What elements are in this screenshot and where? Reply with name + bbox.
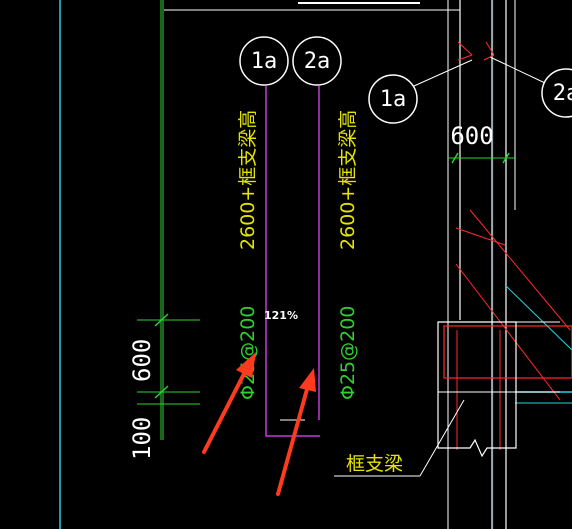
bubble-1a-right-label: 1a — [380, 87, 407, 112]
dim-100-left-label: 100 — [128, 417, 156, 460]
leader-line-2 — [489, 56, 546, 84]
cad-drawing-svg: 1a 2a 1a 2a 600 2600+框支梁高 2600+框支梁高 Φ25@… — [59, 0, 572, 529]
dim-600-top-label: 600 — [450, 122, 493, 150]
bubble-2a-cut-label: 2a — [553, 81, 572, 106]
bubble-2a-label: 2a — [304, 49, 331, 74]
dim-600-left-label: 600 — [128, 339, 156, 382]
cyan-diagonal — [504, 284, 572, 351]
right-length-label: 2600+框支梁高 — [337, 110, 359, 250]
bubble-1a-label: 1a — [251, 49, 278, 74]
cad-drawing-canvas[interactable]: 1a 2a 1a 2a 600 2600+框支梁高 2600+框支梁高 Φ25@… — [0, 0, 572, 529]
annotation-arrow-left — [202, 352, 256, 454]
zoom-readout: 121% — [264, 309, 298, 322]
red-diagonal-1 — [455, 263, 561, 401]
right-spacing-label: Φ25@200 — [337, 306, 359, 400]
callout-label: 框支梁 — [346, 453, 403, 475]
red-beam-rect — [443, 325, 572, 379]
red-diagonal-2 — [469, 209, 571, 331]
leader-line-1 — [413, 59, 473, 87]
annotation-arrow-right — [276, 368, 316, 496]
red-short-1 — [455, 227, 506, 246]
beam-outline — [437, 321, 517, 458]
left-length-label: 2600+框支梁高 — [237, 110, 259, 250]
